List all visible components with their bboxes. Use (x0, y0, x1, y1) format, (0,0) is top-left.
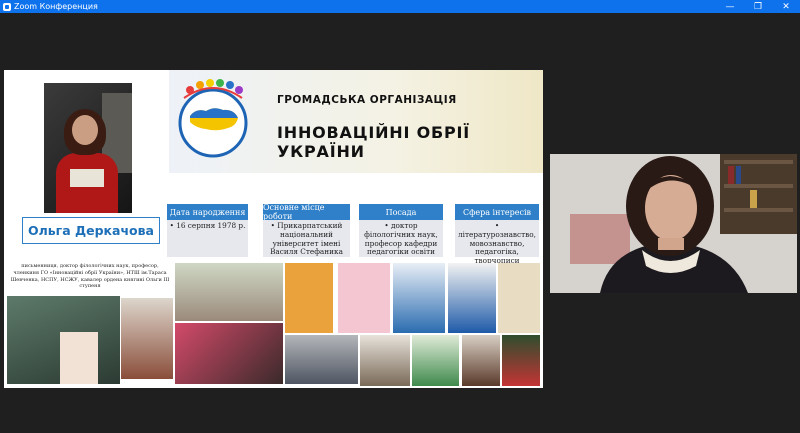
organization-subtitle: ГРОМАДСЬКА ОРГАНІЗАЦІЯ (277, 94, 457, 106)
meeting-area: Ольга Деркачова ГРОМАДСЬКА ОРГАНІЗАЦІЯ І… (0, 13, 800, 433)
collage-photo-students (175, 323, 283, 384)
shared-screen-slide: Ольга Деркачова ГРОМАДСЬКА ОРГАНІЗАЦІЯ І… (4, 70, 543, 388)
column-body-interests: • літературознавство, мовознавство, педа… (455, 220, 539, 265)
window-title: Zoom Конференция (14, 2, 98, 11)
collage-book-cover-4 (448, 263, 496, 333)
collage-photo-event (412, 335, 459, 386)
collage-photo-speaker (462, 335, 500, 386)
column-header-workplace: Основне місце роботи (263, 203, 350, 221)
portrait-photo (44, 83, 132, 213)
collage-book-cover-5 (498, 263, 540, 333)
collage-book-cover-2 (338, 263, 390, 333)
maximize-button[interactable]: ❐ (744, 0, 772, 13)
collage-photo-people (360, 335, 410, 386)
collage-photo-audience (285, 335, 358, 384)
collage-book-cover-3 (393, 263, 445, 333)
minimize-button[interactable]: — (716, 0, 744, 13)
column-body-position: • доктор філологічних наук, професор каф… (359, 220, 443, 257)
column-body-birthdate: • 16 серпня 1978 р. (167, 220, 248, 257)
column-body-workplace: • Прикарпатський національний університе… (263, 220, 350, 257)
organization-title: ІННОВАЦІЙНІ ОБРІЇ УКРАЇНИ (277, 123, 471, 161)
column-header-birthdate: Дата народження (167, 204, 248, 220)
collage-photo-award (502, 335, 540, 386)
person-name: Ольга Деркачова (22, 217, 160, 244)
column-header-position: Посада (359, 204, 443, 220)
participant-video-frame (550, 154, 797, 293)
collage-photo-reading (121, 298, 173, 379)
bio-text: письменниця, доктор філологічних наук, п… (10, 263, 170, 290)
zoom-app-icon (3, 2, 11, 11)
window-titlebar: Zoom Конференция — ❐ ✕ (0, 0, 800, 13)
column-header-interests: Сфера інтересів (455, 204, 539, 220)
collage-drawing (60, 332, 98, 384)
collage-photo-group-outdoor (175, 263, 283, 321)
close-button[interactable]: ✕ (772, 0, 800, 13)
collage-book-cover-1 (285, 263, 333, 333)
organization-logo (178, 79, 248, 158)
participant-video[interactable] (550, 154, 797, 293)
